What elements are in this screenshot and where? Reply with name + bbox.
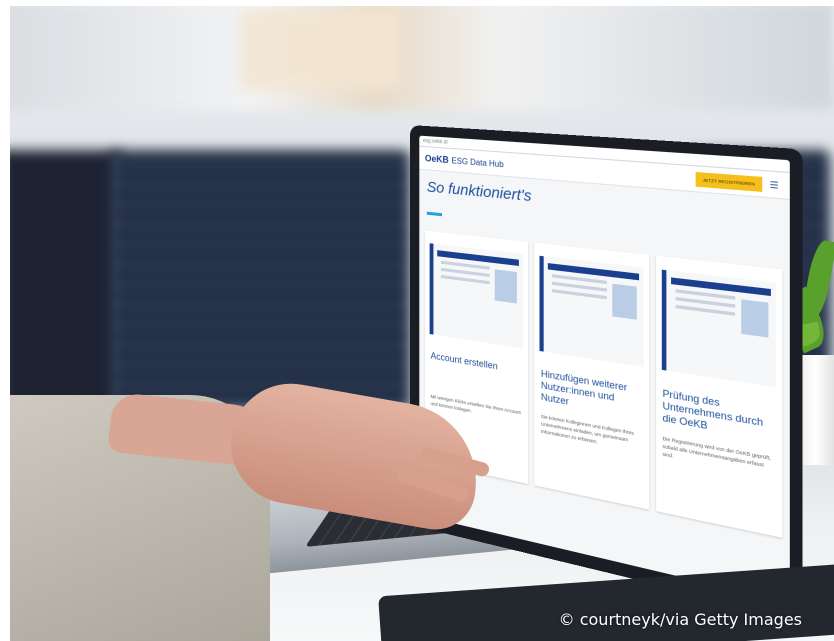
register-button: JETZT REGISTRIEREN	[696, 171, 763, 191]
card-screenshot-mock	[430, 243, 524, 348]
photo-credit: © courtneyk/via Getty Images	[559, 610, 802, 629]
step-card: Hinzufügen weiterer Nutzer:innen und Nut…	[535, 243, 649, 510]
website-screen: esg.oekb.at OeKB ESG Data Hub JETZT REGI…	[419, 136, 790, 603]
card-title: Account erstellen	[431, 350, 523, 376]
background-dark-area	[0, 150, 120, 410]
image-border-top	[0, 0, 834, 6]
menu-icon: ☰	[770, 179, 783, 190]
card-text: Sie können Kolleginnen und Kollegen Ihre…	[541, 413, 642, 454]
photo-scene: esg.oekb.at OeKB ESG Data Hub JETZT REGI…	[0, 0, 834, 641]
background-wall	[0, 0, 834, 110]
image-border-left	[0, 0, 10, 641]
card-screenshot-mock	[540, 256, 643, 367]
card-screenshot-mock	[661, 270, 776, 388]
oekb-logo: OeKB	[425, 153, 449, 165]
site-subtitle: ESG Data Hub	[452, 156, 504, 169]
step-card: Prüfung des Unternehmens durch die OeKB …	[656, 256, 783, 538]
card-title: Hinzufügen weiterer Nutzer:innen und Nut…	[541, 368, 642, 421]
card-title: Prüfung des Unternehmens durch die OeKB	[663, 388, 775, 445]
background-office-chair	[110, 150, 410, 410]
background-window	[240, 10, 400, 90]
